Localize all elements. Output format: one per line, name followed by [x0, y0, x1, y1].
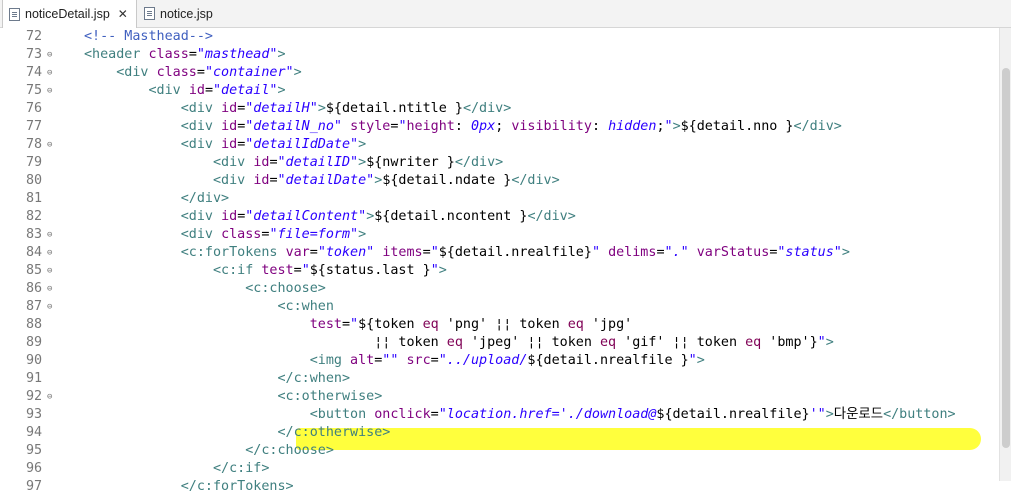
code-line: 84 ⊖ <c:forTokens var="token" items="${de…	[0, 244, 1000, 262]
code-text: <button onclick="location.href='./downlo…	[309, 407, 956, 422]
code-text: <div id="detailDate">${detail.ndate }</d…	[213, 173, 560, 188]
line-number: 90	[26, 353, 43, 368]
code-line: 76 <div id="detailH">${detail.ntitle }</…	[0, 100, 1000, 118]
code-text: <c:otherwise>	[277, 389, 383, 404]
code-line: 92 ⊖ <c:otherwise>	[0, 388, 1000, 406]
code-line: 80 <div id="detailDate">${detail.ndate }…	[0, 172, 1000, 190]
code-text: <c:choose>	[245, 281, 326, 296]
vertical-scrollbar[interactable]	[999, 28, 1011, 481]
fold-toggle-icon[interactable]: ⊖	[47, 82, 52, 100]
code-text: <header class="masthead">	[84, 47, 286, 62]
code-text: <!-- Masthead-->	[84, 29, 213, 44]
tab-notice-jsp[interactable]: notice.jsp	[138, 0, 228, 27]
tab-label: noticeDetail.jsp	[25, 7, 110, 21]
jsp-file-icon	[9, 7, 20, 21]
line-number: 75	[26, 83, 43, 98]
code-line: 93 <button onclick="location.href='./dow…	[0, 406, 1000, 424]
line-number: 86	[26, 281, 43, 296]
code-text: </c:choose>	[245, 443, 334, 458]
line-number: 77	[26, 119, 43, 134]
close-icon[interactable]: ✕	[118, 7, 128, 21]
fold-toggle-icon[interactable]: ⊖	[47, 244, 52, 262]
code-line: 87 ⊖ <c:when	[0, 298, 1000, 316]
code-line: 77 <div id="detailN_no" style="height: 0…	[0, 118, 1000, 136]
line-number: 80	[26, 173, 43, 188]
line-number: 84	[26, 245, 43, 260]
code-line: 78 ⊖ <div id="detailIdDate">	[0, 136, 1000, 154]
code-text: test="${token eq 'png' ¦¦ token eq 'jpg'	[309, 317, 633, 332]
line-number: 79	[26, 155, 43, 170]
code-text: <div class="container">	[116, 65, 302, 80]
code-line: 74 ⊖ <div class="container">	[0, 64, 1000, 82]
code-line: 81 </div>	[0, 190, 1000, 208]
code-text: <div id="detailH">${detail.ntitle }</div…	[180, 101, 512, 116]
code-text: <div id="detailID">${nwriter }</div>	[213, 155, 504, 170]
code-text: </c:when>	[277, 371, 351, 386]
line-number: 95	[26, 443, 43, 458]
code-line: 83 ⊖ <div class="file=form">	[0, 226, 1000, 244]
scrollbar-thumb[interactable]	[1002, 68, 1010, 448]
line-number: 91	[26, 371, 43, 386]
line-number: 92	[26, 389, 43, 404]
fold-toggle-icon[interactable]: ⊖	[47, 298, 52, 316]
line-number: 89	[26, 335, 43, 350]
code-line: 73 ⊖ <header class="masthead">	[0, 46, 1000, 64]
code-text: <img alt="" src="../upload/${detail.nrea…	[309, 353, 705, 368]
fold-toggle-icon[interactable]: ⊖	[47, 388, 52, 406]
line-number: 81	[26, 191, 43, 206]
code-line: 89 ¦¦ token eq 'jpeg' ¦¦ token eq 'gif' …	[0, 334, 1000, 352]
line-number: 82	[26, 209, 43, 224]
code-text: </c:otherwise>	[277, 425, 391, 440]
code-text: </c:if>	[213, 461, 270, 476]
code-text: ¦¦ token eq 'jpeg' ¦¦ token eq 'gif' ¦¦ …	[84, 335, 834, 350]
code-line: 96 </c:if>	[0, 460, 1000, 478]
code-line: 90 <img alt="" src="../upload/${detail.n…	[0, 352, 1000, 370]
code-line: 82 <div id="detailContent">${detail.ncon…	[0, 208, 1000, 226]
code-text: <c:if test="${status.last }">	[213, 263, 447, 278]
line-number: 72	[26, 29, 43, 44]
code-line: 94 </c:otherwise>	[0, 424, 1000, 442]
fold-toggle-icon[interactable]: ⊖	[47, 136, 52, 154]
code-line: 88 test="${token eq 'png' ¦¦ token eq 'j…	[0, 316, 1000, 334]
line-number: 96	[26, 461, 43, 476]
code-line: 91 </c:when>	[0, 370, 1000, 388]
code-line: 79 <div id="detailID">${nwriter }</div>	[0, 154, 1000, 172]
code-text: <div id="detailContent">${detail.nconten…	[180, 209, 576, 224]
code-line: 85 ⊖ <c:if test="${status.last }">	[0, 262, 1000, 280]
tab-label: notice.jsp	[160, 6, 213, 21]
code-text: <c:forTokens var="token" items="${detail…	[180, 245, 850, 260]
line-number: 74	[26, 65, 43, 80]
code-text: </div>	[180, 191, 230, 206]
fold-toggle-icon[interactable]: ⊖	[47, 46, 52, 64]
line-number: 94	[26, 425, 43, 440]
code-line: 86 ⊖ <c:choose>	[0, 280, 1000, 298]
line-number: 85	[26, 263, 43, 278]
fold-toggle-icon[interactable]: ⊖	[47, 64, 52, 82]
code-text: <c:when	[277, 299, 334, 314]
fold-toggle-icon[interactable]: ⊖	[47, 262, 52, 280]
code-text: <div class="file=form">	[180, 227, 367, 242]
code-text: <div id="detail">	[148, 83, 286, 98]
tab-noticeDetail-jsp[interactable]: noticeDetail.jsp ✕	[2, 0, 137, 28]
code-text: <div id="detailN_no" style="height: 0px;…	[180, 119, 842, 134]
line-number: 73	[26, 47, 43, 62]
code-line: 75 ⊖ <div id="detail">	[0, 82, 1000, 100]
code-editor[interactable]: 72 <!-- Masthead--> 73 ⊖ <header class="mast…	[0, 28, 1000, 494]
jsp-file-icon	[144, 7, 155, 20]
line-number: 88	[26, 317, 43, 332]
code-line: 95 </c:choose>	[0, 442, 1000, 460]
code-line: 72 <!-- Masthead-->	[0, 28, 1000, 46]
line-number: 83	[26, 227, 43, 242]
line-number: 87	[26, 299, 43, 314]
code-text: <div id="detailIdDate">	[180, 137, 367, 152]
line-number: 78	[26, 137, 43, 152]
fold-toggle-icon[interactable]: ⊖	[47, 226, 52, 244]
line-number: 76	[26, 101, 43, 116]
line-number: 93	[26, 407, 43, 422]
fold-toggle-icon[interactable]: ⊖	[47, 280, 52, 298]
editor-tab-bar: noticeDetail.jsp ✕ notice.jsp	[0, 0, 1011, 28]
